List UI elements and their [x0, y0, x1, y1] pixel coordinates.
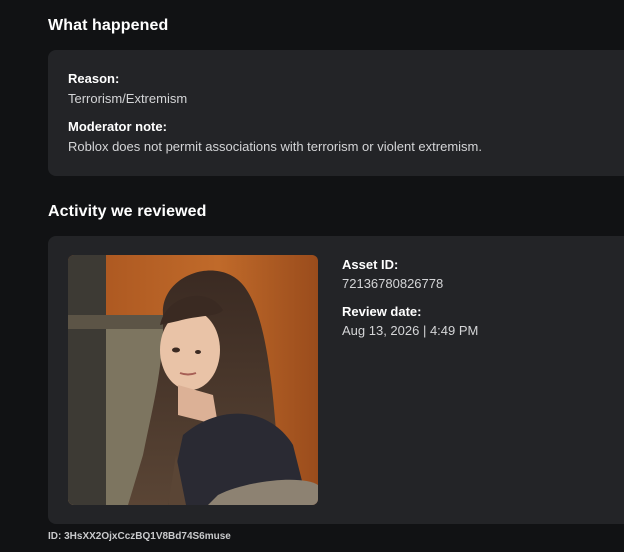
- reason-label: Reason:: [68, 71, 120, 86]
- review-date-label: Review date:: [342, 304, 422, 319]
- review-date-value: Aug 13, 2026 | 4:49 PM: [342, 323, 479, 338]
- moderator-note-value: Roblox does not permit associations with…: [68, 139, 482, 154]
- activity-reviewed-card: Asset ID: 72136780826778 Review date: Au…: [48, 236, 624, 524]
- asset-id-value: 72136780826778: [342, 276, 444, 291]
- asset-id-label: Asset ID:: [342, 257, 399, 272]
- what-happened-card: Reason: Terrorism/Extremism Moderator no…: [48, 50, 624, 176]
- asset-thumbnail-picture: [68, 255, 318, 505]
- moderator-note-label: Moderator note:: [68, 119, 167, 134]
- what-happened-heading: What happened: [48, 17, 169, 34]
- reason-value: Terrorism/Extremism: [68, 91, 188, 106]
- reviewed-asset-image: [68, 255, 318, 505]
- moderation-details-page: What happened Reason: Terrorism/Extremis…: [0, 0, 624, 552]
- moderation-id-text: ID: 3HsXX2OjxCczBQ1V8Bd74S6muse: [48, 531, 231, 542]
- activity-reviewed-heading: Activity we reviewed: [48, 203, 207, 220]
